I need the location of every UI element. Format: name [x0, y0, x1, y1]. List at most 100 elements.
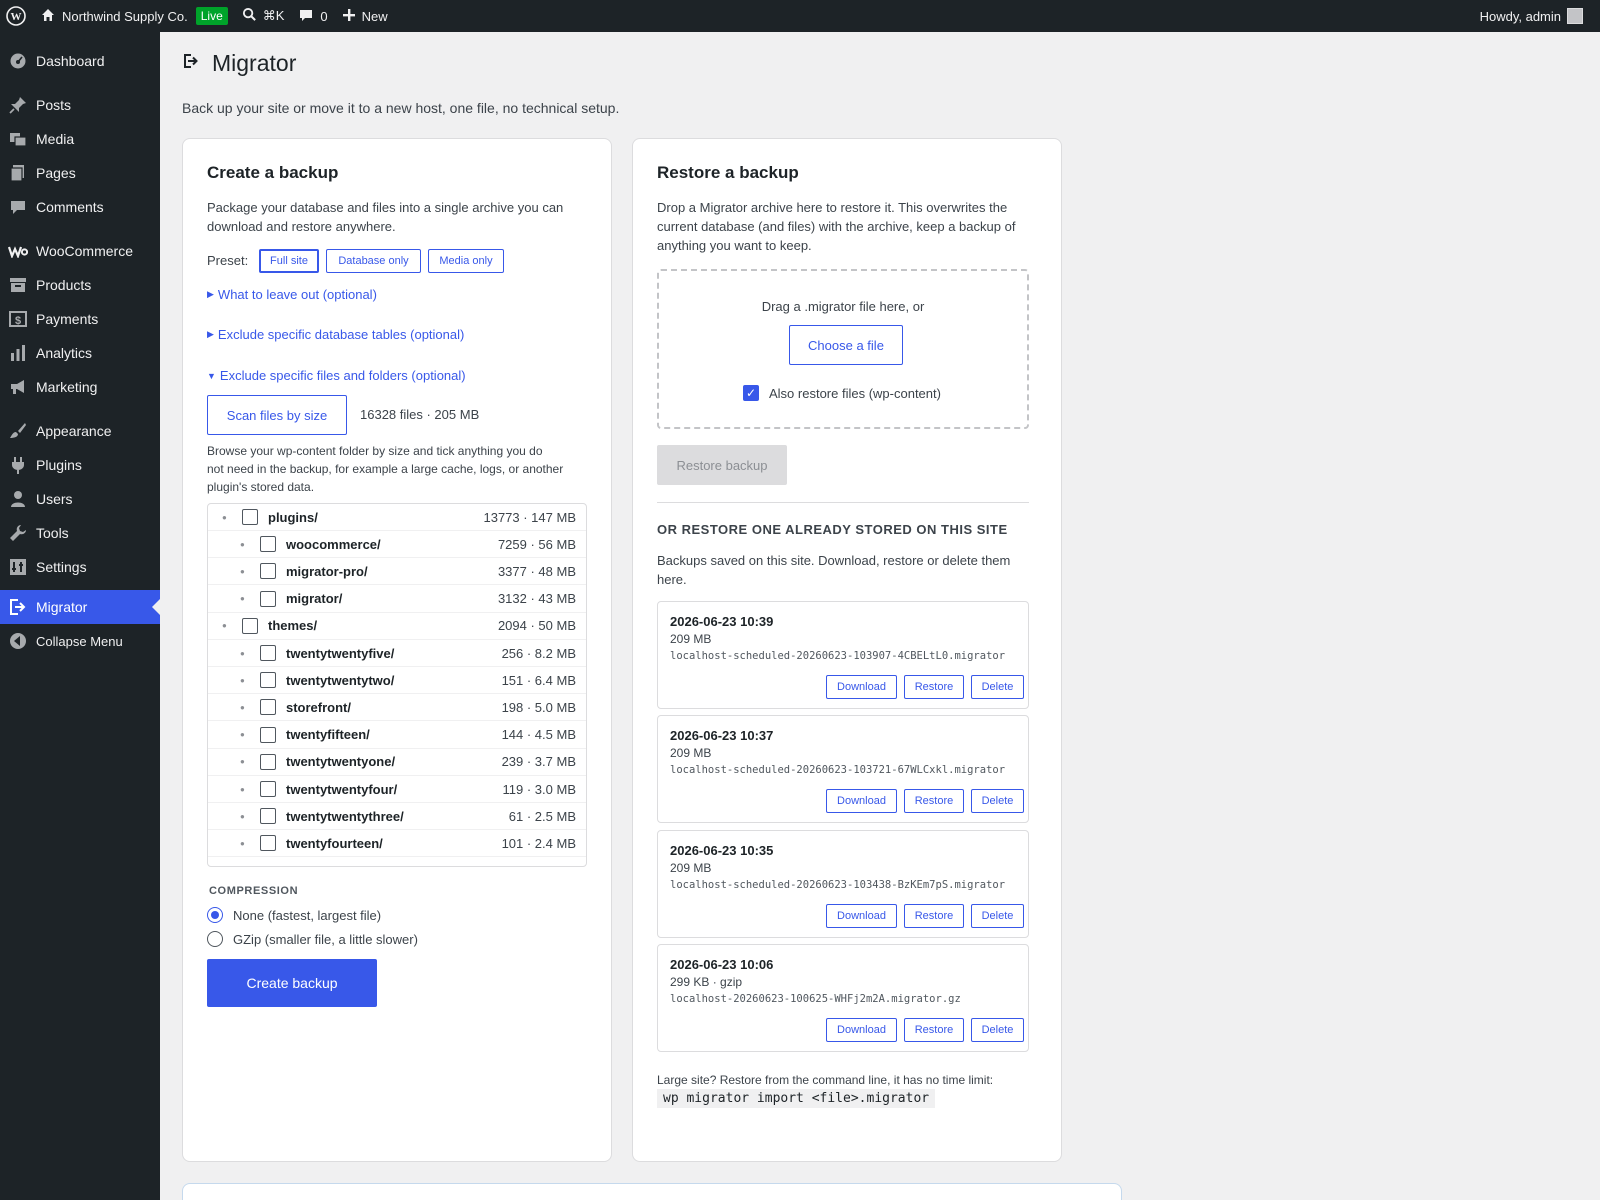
exclude-checkbox[interactable] [242, 617, 258, 634]
sidebar-item-plugins[interactable]: Plugins [0, 448, 160, 482]
toggle-leave-out[interactable]: ▶ What to leave out (optional) [207, 287, 377, 302]
file-tree-row[interactable]: ● twentyfifteen/144 · 4.5 MB [208, 722, 586, 749]
file-tree-row[interactable]: ● woocommerce/7259 · 56 MB [208, 531, 586, 559]
preset-media-only-button[interactable]: Media only [428, 249, 504, 273]
create-backup-button[interactable]: Create backup [207, 959, 377, 1007]
compression-none-option[interactable]: None (fastest, largest file) [207, 907, 381, 923]
sidebar-item-comments[interactable]: Comments [0, 190, 160, 224]
sidebar-item-migrator[interactable]: Migrator [0, 590, 160, 624]
preset-full-site-button[interactable]: Full site [259, 249, 319, 273]
exclude-checkbox[interactable] [260, 781, 276, 797]
file-tree-row[interactable]: ● twentyfourteen/101 · 2.4 MB [208, 830, 586, 858]
restore-backup-button[interactable]: Restore backup [657, 445, 787, 485]
dollar-icon: $ [8, 309, 28, 329]
choose-file-button[interactable]: Choose a file [789, 325, 903, 365]
restore-stored-backup-button[interactable]: Restore [904, 904, 964, 928]
file-tree-row[interactable]: ● themes/2094 · 50 MB [208, 613, 586, 640]
restore-stored-backup-button[interactable]: Restore [904, 789, 964, 813]
download-backup-button[interactable]: Download [826, 904, 897, 928]
also-restore-files-checkbox[interactable]: ✓ [743, 385, 759, 401]
expand-bullet-icon[interactable]: ● [240, 540, 245, 549]
comments-link[interactable]: 0 [291, 0, 334, 32]
download-backup-button[interactable]: Download [826, 789, 897, 813]
expand-bullet-icon[interactable]: ● [240, 785, 245, 794]
file-tree-row[interactable]: ● twentytwentytwo/151 · 6.4 MB [208, 667, 586, 695]
download-backup-button[interactable]: Download [826, 675, 897, 699]
scan-files-button[interactable]: Scan files by size [207, 395, 347, 435]
exclude-checkbox[interactable] [260, 699, 276, 716]
restore-stored-backup-button[interactable]: Restore [904, 675, 964, 699]
file-tree-row[interactable]: ● twentytwentyfive/256 · 8.2 MB [208, 640, 586, 667]
file-tree-row[interactable]: ● migrator-pro/3377 · 48 MB [208, 558, 586, 586]
delete-backup-button[interactable]: Delete [971, 789, 1024, 813]
expand-bullet-icon[interactable]: ● [240, 839, 245, 848]
wordpress-logo-icon[interactable]: W [0, 0, 33, 32]
exclude-checkbox[interactable] [260, 726, 276, 743]
file-tree-row[interactable]: ● twentytwentyone/239 · 3.7 MB [208, 749, 586, 776]
sidebar-item-pages[interactable]: Pages [0, 156, 160, 190]
sidebar-item-label: Payments [36, 311, 99, 327]
sidebar-item-users[interactable]: Users [0, 482, 160, 516]
expand-bullet-icon[interactable]: ● [240, 649, 245, 658]
expand-bullet-icon[interactable]: ● [222, 513, 227, 522]
exclude-checkbox[interactable] [260, 808, 276, 825]
sidebar-item-settings[interactable]: Settings [0, 550, 160, 584]
sidebar-item-products[interactable]: Products [0, 268, 160, 302]
file-tree[interactable]: ● plugins/13773 · 147 MB ● woocommerce/7259… [207, 503, 587, 867]
expand-bullet-icon[interactable]: ● [240, 594, 245, 603]
also-restore-files-option[interactable]: ✓ Also restore files (wp-content) [743, 385, 941, 401]
compression-none-radio[interactable] [207, 907, 223, 923]
exclude-checkbox[interactable] [260, 753, 276, 770]
exclude-checkbox[interactable] [260, 563, 276, 580]
delete-backup-button[interactable]: Delete [971, 1018, 1024, 1042]
sidebar-item-marketing[interactable]: Marketing [0, 370, 160, 404]
toggle-exclude-files[interactable]: ▼ Exclude specific files and folders (op… [207, 368, 466, 383]
file-tree-row[interactable]: ● storefront/198 · 5.0 MB [208, 694, 586, 722]
compression-gzip-option[interactable]: GZip (smaller file, a little slower) [207, 931, 418, 947]
site-name-link[interactable]: Northwind Supply Co. Live [33, 0, 235, 32]
exclude-checkbox[interactable] [260, 645, 276, 661]
exclude-checkbox[interactable] [260, 835, 276, 852]
expand-bullet-icon[interactable]: ● [240, 676, 245, 685]
sidebar-item-analytics[interactable]: Analytics [0, 336, 160, 370]
delete-backup-button[interactable]: Delete [971, 904, 1024, 928]
sidebar-item-appearance[interactable]: Appearance [0, 414, 160, 448]
my-account-link[interactable]: Howdy, admin [1473, 0, 1590, 32]
expand-bullet-icon[interactable]: ● [240, 812, 245, 821]
exclude-checkbox[interactable] [260, 672, 276, 689]
folder-name: migrator-pro/ [286, 563, 368, 579]
expand-bullet-icon[interactable]: ● [240, 703, 245, 712]
command-search-button[interactable]: ⌘K [235, 0, 292, 32]
backup-filename: localhost-scheduled-20260623-103721-67WL… [670, 764, 1006, 776]
file-tree-row[interactable]: ● migrator/3132 · 43 MB [208, 586, 586, 613]
toggle-exclude-db-tables[interactable]: ▶ Exclude specific database tables (opti… [207, 327, 464, 342]
file-tree-row[interactable]: ● plugins/13773 · 147 MB [208, 504, 586, 531]
backup-size: 299 KB · gzip [670, 975, 743, 989]
sidebar-item-woocommerce[interactable]: WooCommerce [0, 234, 160, 268]
download-backup-button[interactable]: Download [826, 1018, 897, 1042]
restore-stored-backup-button[interactable]: Restore [904, 1018, 964, 1042]
sidebar-item-dashboard[interactable]: Dashboard [0, 44, 160, 78]
exclude-checkbox[interactable] [260, 536, 276, 553]
sidebar-item-label: Posts [36, 97, 72, 113]
preset-database-only-button[interactable]: Database only [326, 249, 421, 273]
new-content-button[interactable]: New [335, 0, 395, 32]
sidebar-collapse-menu[interactable]: Collapse Menu [0, 624, 160, 658]
file-tree-row[interactable]: ● twentytwentythree/61 · 2.5 MB [208, 803, 586, 831]
sidebar-item-tools[interactable]: Tools [0, 516, 160, 550]
exclude-checkbox[interactable] [242, 509, 258, 525]
expand-bullet-icon[interactable]: ● [240, 757, 245, 766]
expand-bullet-icon[interactable]: ● [240, 567, 245, 576]
expand-bullet-icon[interactable]: ● [240, 730, 245, 739]
folder-name: themes/ [268, 618, 318, 634]
howdy-text: Howdy, admin [1479, 8, 1561, 24]
sidebar-item-media[interactable]: Media [0, 122, 160, 156]
file-tree-row[interactable]: ● twentytwentyfour/119 · 3.0 MB [208, 776, 586, 803]
sidebar-item-payments[interactable]: $ Payments [0, 302, 160, 336]
expand-bullet-icon[interactable]: ● [222, 621, 227, 630]
compression-gzip-radio[interactable] [207, 931, 223, 947]
sidebar-item-posts[interactable]: Posts [0, 88, 160, 122]
delete-backup-button[interactable]: Delete [971, 675, 1024, 699]
restore-dropzone[interactable]: Drag a .migrator file here, or Choose a … [657, 269, 1029, 429]
exclude-checkbox[interactable] [260, 590, 276, 607]
